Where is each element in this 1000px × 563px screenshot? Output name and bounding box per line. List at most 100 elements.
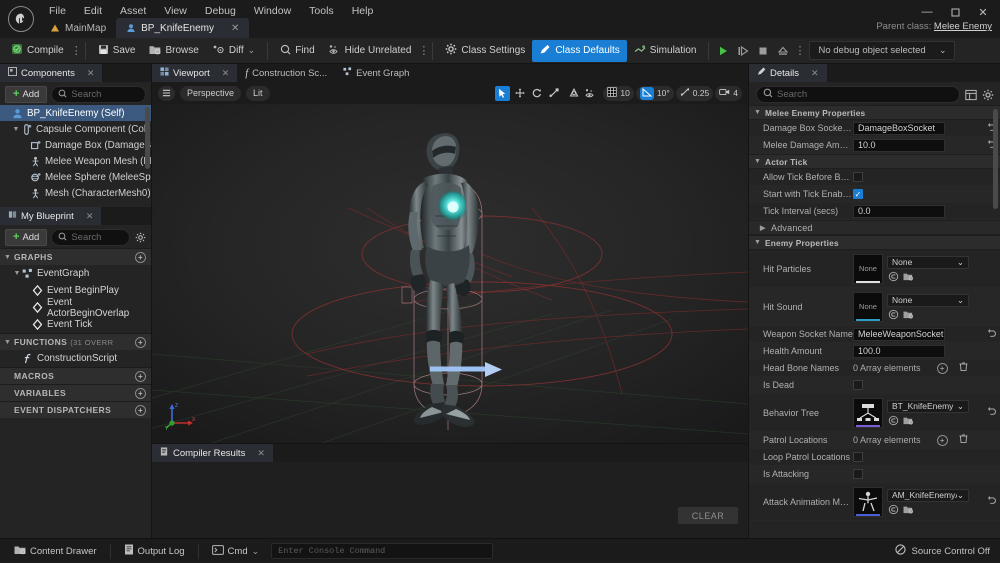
component-tree-item[interactable]: Damage Box (DamageBox: [0, 137, 151, 153]
expand-arrow-icon[interactable]: ▶: [760, 224, 771, 232]
document-tab-mainmap[interactable]: MainMap: [40, 18, 116, 38]
component-tree-item[interactable]: Melee Weapon Mesh (Mel: [0, 153, 151, 169]
simulation-button[interactable]: Simulation: [627, 40, 704, 62]
camera-speed-control[interactable]: 4: [715, 85, 742, 101]
text-input[interactable]: 0.0: [853, 204, 945, 218]
hide-unrelated-options-button[interactable]: ⋮: [418, 44, 429, 57]
clear-button[interactable]: CLEAR: [678, 507, 738, 524]
camera-mode-button[interactable]: Perspective: [180, 85, 242, 101]
angle-snap-control[interactable]: 10°: [635, 85, 674, 101]
use-selected-asset-icon[interactable]: [888, 271, 899, 282]
browse-to-asset-icon[interactable]: [903, 271, 914, 282]
blueprint-section-graphs[interactable]: ▼ GRAPHS +: [0, 248, 151, 265]
expand-arrow-icon[interactable]: ▼: [754, 109, 765, 116]
browse-to-asset-icon[interactable]: [903, 415, 914, 426]
grid-view-icon[interactable]: [965, 89, 977, 101]
expand-arrow-icon[interactable]: ▼: [4, 339, 14, 346]
compile-options-button[interactable]: ⋮: [71, 44, 82, 57]
component-tree-item[interactable]: Melee Sphere (MeleeSphe: [0, 169, 151, 185]
cmd-selector[interactable]: Cmd ⌄: [204, 542, 268, 560]
asset-dropdown[interactable]: BT_KnifeEnemy ⌄: [887, 399, 969, 413]
menu-window[interactable]: Window: [245, 2, 300, 20]
use-selected-asset-icon[interactable]: [888, 309, 899, 320]
console-command-input[interactable]: Enter Console Command: [271, 543, 494, 559]
tab-viewport[interactable]: Viewport ✕: [152, 64, 238, 82]
add-item-button[interactable]: +: [135, 251, 146, 263]
add-item-button[interactable]: +: [135, 336, 146, 348]
blueprint-tree-item[interactable]: Event ActorBeginOverlap: [0, 297, 151, 319]
add-blueprint-item-button[interactable]: + Add: [5, 229, 48, 246]
component-tree-item[interactable]: ▼ Capsule Component (Collisi: [0, 121, 151, 137]
expand-arrow-icon[interactable]: ▼: [11, 126, 21, 133]
scale-tool-button[interactable]: [546, 86, 561, 101]
menu-tools[interactable]: Tools: [300, 2, 343, 20]
asset-dropdown[interactable]: AM_KnifeEnemyAtta⌄: [887, 488, 969, 502]
hide-unrelated-button[interactable]: Hide Unrelated: [322, 40, 419, 62]
browse-to-asset-icon[interactable]: [903, 309, 914, 320]
components-tree[interactable]: BP_KnifeEnemy (Self) ▼ Capsule Component (…: [0, 105, 151, 207]
blueprint-tree-item[interactable]: Event Tick: [0, 316, 151, 333]
world-space-icon[interactable]: [566, 86, 581, 101]
checkbox[interactable]: [853, 469, 863, 479]
browse-button[interactable]: Browse: [142, 40, 205, 62]
checkbox[interactable]: ✓: [853, 189, 863, 199]
compile-button[interactable]: Compile: [4, 40, 71, 62]
tab-event-graph[interactable]: Event Graph: [335, 64, 417, 82]
gear-icon[interactable]: [134, 232, 146, 244]
view-mode-button[interactable]: Lit: [246, 85, 270, 101]
component-tree-item[interactable]: BP_KnifeEnemy (Self): [0, 105, 151, 121]
blueprint-section-macros[interactable]: MACROS +: [0, 367, 151, 384]
checkbox[interactable]: [853, 452, 863, 462]
browse-to-asset-icon[interactable]: [903, 504, 914, 515]
trash-icon[interactable]: [958, 433, 969, 447]
details-scrollbar[interactable]: [993, 109, 998, 209]
close-icon[interactable]: ✕: [811, 68, 819, 79]
components-search-input[interactable]: Search: [51, 86, 146, 103]
expand-arrow-icon[interactable]: ▼: [754, 239, 765, 246]
checkbox[interactable]: [853, 172, 863, 182]
blueprint-tree-item[interactable]: ▼ EventGraph: [0, 265, 151, 282]
details-search-input[interactable]: Search: [756, 86, 960, 103]
expand-arrow-icon[interactable]: ▼: [4, 254, 14, 261]
details-section-actor-tick[interactable]: ▼ Actor Tick: [749, 154, 1000, 169]
viewport-3d-scene[interactable]: Z X Y: [152, 104, 748, 443]
revert-button[interactable]: [984, 495, 998, 508]
play-options-button[interactable]: ⋮: [794, 44, 805, 57]
asset-thumbnail[interactable]: None: [853, 291, 883, 322]
close-icon[interactable]: ✕: [86, 211, 94, 222]
use-selected-asset-icon[interactable]: [888, 415, 899, 426]
parent-class-link[interactable]: Melee Enemy: [934, 21, 992, 32]
rotate-tool-button[interactable]: [529, 86, 544, 101]
source-control-status[interactable]: Source Control Off: [895, 544, 994, 558]
asset-dropdown[interactable]: None ⌄: [887, 255, 969, 269]
expand-arrow-icon[interactable]: ▼: [12, 270, 22, 277]
scale-snap-control[interactable]: 0.25: [675, 85, 714, 101]
blueprint-section-variables[interactable]: VARIABLES +: [0, 384, 151, 401]
asset-thumbnail[interactable]: [853, 486, 883, 517]
asset-thumbnail[interactable]: None: [853, 253, 883, 284]
close-icon[interactable]: ✕: [257, 448, 265, 459]
select-tool-button[interactable]: [495, 85, 511, 101]
my-blueprint-tree[interactable]: ▼ GRAPHS + ▼ EventGraph Event BeginPlay Event …: [0, 248, 151, 538]
class-defaults-button[interactable]: Class Defaults: [532, 39, 627, 62]
details-subsection-advanced[interactable]: ▶ Advanced: [749, 220, 1000, 235]
hamburger-icon[interactable]: [158, 85, 175, 101]
surface-snap-icon[interactable]: [583, 86, 598, 101]
debug-object-selector[interactable]: No debug object selected ⌄: [809, 41, 956, 60]
grid-snap-control[interactable]: 10: [603, 85, 634, 101]
tab-compiler-results[interactable]: Compiler Results ✕: [152, 444, 273, 462]
checkbox[interactable]: [853, 380, 863, 390]
add-array-element-button[interactable]: +: [936, 362, 948, 374]
add-component-button[interactable]: + Add: [5, 86, 48, 103]
maximize-button[interactable]: [942, 3, 968, 21]
move-tool-button[interactable]: [512, 86, 527, 101]
asset-thumbnail[interactable]: [853, 397, 883, 428]
add-item-button[interactable]: +: [135, 387, 146, 399]
tab-components[interactable]: Components ✕: [0, 64, 103, 82]
text-input[interactable]: 10.0: [853, 138, 945, 152]
trash-icon[interactable]: [958, 361, 969, 375]
component-tree-item[interactable]: Mesh (CharacterMesh0): [0, 185, 151, 201]
document-tab-bp-knifeenemy[interactable]: BP_KnifeEnemy ✕: [116, 18, 250, 38]
revert-button[interactable]: [984, 406, 998, 419]
text-input[interactable]: DamageBoxSocket: [853, 121, 945, 135]
